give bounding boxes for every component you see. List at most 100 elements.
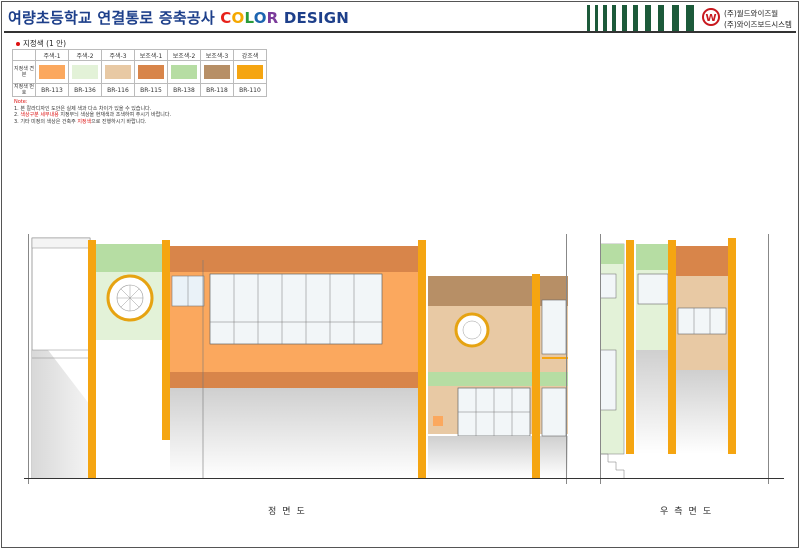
side-window-1: [637, 273, 669, 305]
stripe: [622, 5, 627, 31]
color-palette-table: 주색-1 주색-2 주색-3 보조색-1 보조색-2 보조색-3 강조색 지정색 견본 지정…: [12, 49, 267, 97]
palette-swatch-row: 지정색 견본: [12, 60, 267, 84]
front-right-dim-line: [566, 234, 567, 484]
title-tail: DESIGN: [278, 9, 349, 27]
front-left-dim-line: [28, 234, 29, 484]
palette-code-row: 지정색 번호 BR-113 BR-136 BR-116 BR-115 BR-138 BR-1…: [12, 83, 267, 97]
side-lower-left: [636, 350, 672, 454]
decorative-stripes: [587, 5, 699, 31]
side-column-2: [668, 240, 676, 454]
bullet-icon: [16, 42, 20, 46]
front-elevation-caption: 정면도: [268, 507, 311, 517]
stripe: [595, 5, 598, 31]
palette-swatch-cell: [233, 60, 267, 84]
stripe: [612, 5, 616, 31]
front-green-panel: [96, 244, 166, 272]
side-top-band: [676, 246, 728, 276]
front-round-window-2: [454, 312, 490, 348]
color-swatch: [204, 65, 230, 79]
palette-color-code: BR-113: [35, 83, 69, 97]
palette-color-code: BR-110: [233, 83, 267, 97]
side-green-panel: [636, 244, 672, 270]
side-elevation: [600, 238, 736, 478]
title-color-letter: C: [220, 9, 232, 27]
palette-color-name: 보조색-2: [167, 49, 201, 61]
palette-color-name: 보조색-1: [134, 49, 168, 61]
front-small-square: [433, 416, 443, 426]
title-color-letter: R: [266, 9, 279, 27]
side-column-3: [728, 238, 736, 454]
front-orange-top-band: [170, 246, 418, 272]
palette-swatch-cell: [167, 60, 201, 84]
color-swatch: [72, 65, 98, 79]
palette-color-name: 강조색: [233, 49, 267, 61]
front-lower-wall: [170, 388, 418, 478]
stripe: [686, 5, 694, 31]
color-swatch: [237, 65, 263, 79]
front-column-3: [418, 240, 426, 478]
title-main: 여량초등학교 연결통로 증축공사: [8, 9, 221, 27]
stripe: [645, 5, 651, 31]
company-name-1: (주)월드와이즈월: [724, 9, 779, 18]
side-left-window-2: [600, 349, 617, 411]
palette-row-label: 지정색 번호: [12, 83, 36, 97]
stripe: [587, 5, 590, 31]
stripe: [658, 5, 664, 31]
notes: Note: 1. 본 칼라디자인 도안은 실제 색과 다소 차이가 있을 수 있…: [14, 99, 171, 125]
front-right-lower-wall: [428, 436, 568, 478]
company-block: W (주)월드와이즈월 (주)와이즈보드시스템: [702, 6, 796, 30]
front-right-mid-band: [428, 372, 568, 386]
side-stairs: [600, 453, 625, 478]
palette-corner: [12, 49, 36, 61]
side-right-dim-line: [768, 234, 769, 484]
company-logo-icon: W: [702, 8, 720, 26]
title-color-word: COLOR: [220, 9, 278, 27]
title-color-letter: O: [231, 9, 245, 27]
front-column-4: [532, 274, 540, 478]
title-color-letter: O: [253, 9, 267, 27]
stripe: [672, 5, 679, 31]
palette-color-code: BR-138: [167, 83, 201, 97]
palette-header-row: 주색-1 주색-2 주색-3 보조색-1 보조색-2 보조색-3 강조색: [12, 49, 267, 61]
color-swatch: [138, 65, 164, 79]
company-name-2: (주)와이즈보드시스템: [724, 20, 792, 29]
palette-color-code: BR-115: [134, 83, 168, 97]
palette-swatch-cell: [101, 60, 135, 84]
side-elevation-caption: 우측면도: [660, 507, 718, 517]
section-label: 지정색 (1 안): [16, 38, 66, 49]
ground-line: [24, 478, 784, 479]
palette-row-label: 지정색 견본: [12, 60, 36, 84]
sheet-title: 여량초등학교 연결통로 증축공사 COLOR DESIGN: [8, 7, 349, 28]
color-swatch: [105, 65, 131, 79]
title-color-letter: L: [244, 9, 254, 27]
front-right-edge-window-2: [541, 387, 567, 437]
drawing-sheet: 여량초등학교 연결통로 증축공사 COLOR DESIGN W (주)월드와이즈…: [1, 1, 799, 548]
palette-color-name: 주색-1: [35, 49, 69, 61]
palette-color-code: BR-116: [101, 83, 135, 97]
palette-color-code: BR-136: [68, 83, 102, 97]
front-elevation: [31, 237, 568, 479]
side-window-2: [677, 307, 727, 335]
front-left-band: [31, 237, 91, 249]
side-left-window-1: [600, 273, 617, 299]
side-left-dim-line: [600, 234, 601, 484]
palette-color-name: 주색-3: [101, 49, 135, 61]
stripe: [633, 5, 638, 31]
section-label-text: 지정색 (1 안): [23, 39, 66, 48]
color-swatch: [39, 65, 65, 79]
palette-swatch-cell: [68, 60, 102, 84]
side-lower-right: [676, 370, 728, 454]
side-left-strip-top: [600, 244, 624, 264]
palette-swatch-cell: [200, 60, 234, 84]
palette-swatch-cell: [35, 60, 69, 84]
front-column-1: [88, 240, 96, 478]
front-right-edge-window: [541, 299, 567, 355]
stripe: [603, 5, 607, 31]
side-column-1: [626, 240, 634, 454]
front-column-2: [162, 240, 170, 440]
header-rule: [4, 31, 796, 33]
front-big-window: [209, 273, 383, 345]
front-orange-bottom-band: [170, 372, 418, 388]
color-swatch: [171, 65, 197, 79]
palette-swatch-cell: [134, 60, 168, 84]
